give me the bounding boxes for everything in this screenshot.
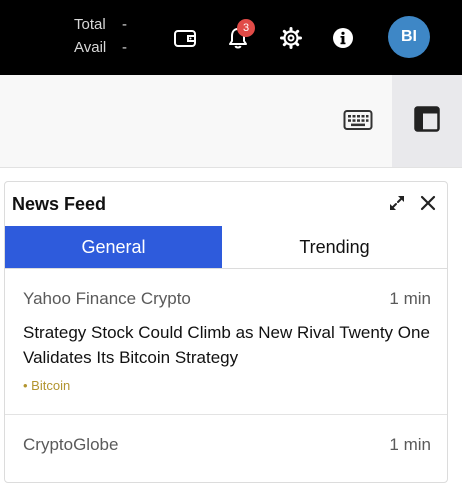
panel-title: News Feed [12, 194, 107, 214]
avail-label: Avail [74, 39, 107, 56]
info-icon[interactable] [329, 24, 357, 52]
expand-icon[interactable] [388, 194, 406, 217]
toolbar [0, 75, 462, 168]
total-value: - [122, 16, 127, 33]
tab-trending[interactable]: Trending [222, 226, 447, 268]
news-source: Yahoo Finance Crypto [23, 289, 191, 308]
news-feed-panel: News Feed General Trending Yahoo Finance… [4, 181, 448, 483]
panel-header: News Feed [5, 182, 447, 226]
top-bar: Total - Avail - 3 BI [0, 0, 462, 75]
layout-button[interactable] [392, 75, 462, 167]
news-age: 1 min [389, 435, 431, 454]
total-label: Total [74, 16, 106, 33]
news-tag[interactable]: • Bitcoin [23, 378, 70, 393]
tab-general[interactable]: General [5, 226, 222, 268]
news-item[interactable]: Yahoo Finance Crypto 1 min Strategy Stoc… [5, 268, 447, 415]
wallet-icon[interactable] [171, 24, 199, 52]
layout-icon [414, 105, 440, 137]
news-source: CryptoGlobe [23, 435, 119, 454]
news-age: 1 min [389, 289, 431, 308]
keyboard-icon[interactable] [343, 109, 373, 136]
close-icon[interactable] [420, 195, 436, 216]
notification-badge: 3 [237, 19, 255, 37]
news-headline[interactable]: Strategy Stock Could Climb as New Rival … [23, 320, 433, 370]
available-balance: Avail - [74, 39, 127, 56]
avail-value: - [122, 39, 127, 56]
gear-icon[interactable] [277, 24, 305, 52]
news-tabs: General Trending [5, 226, 447, 269]
news-item[interactable]: CryptoGlobe 1 min [5, 414, 447, 494]
total-balance: Total - [74, 16, 127, 33]
avatar[interactable]: BI [388, 16, 430, 58]
